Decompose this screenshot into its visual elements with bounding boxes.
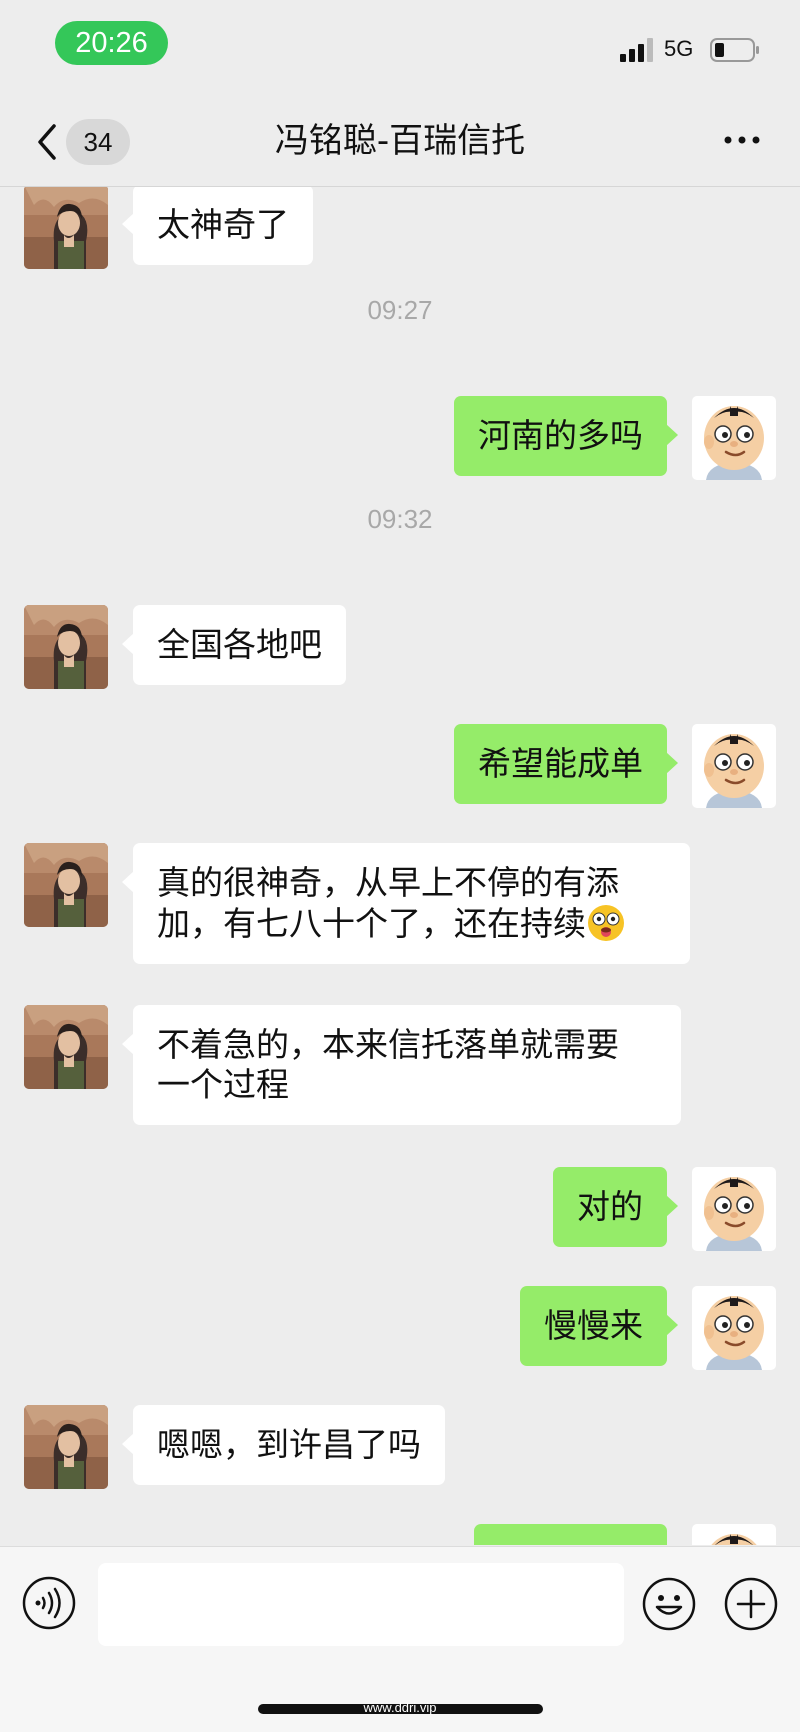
emoji-icon[interactable] <box>641 1576 697 1632</box>
voice-input-icon[interactable] <box>22 1576 76 1630</box>
sent-message[interactable]: 慢慢来 <box>520 1286 678 1366</box>
message-line: 不着急的，本来信托落单就需要 <box>157 1025 619 1064</box>
message-line: 一个过程 <box>157 1065 289 1104</box>
back-chevron-icon[interactable] <box>32 122 62 162</box>
contact-avatar[interactable] <box>24 1405 108 1489</box>
watermark: www.ddri.vip <box>363 1700 437 1715</box>
message-line: 加，有七八十个了，还在持续 <box>157 904 586 943</box>
sent-message[interactable]: 希望能成单 <box>454 724 678 804</box>
battery-icon <box>710 38 759 62</box>
timestamp: 09:32 <box>367 504 433 534</box>
message-text: 对的 <box>577 1187 643 1226</box>
received-message[interactable]: 不着急的，本来信托落单就需要 一个过程 <box>122 1005 681 1125</box>
sent-message[interactable]: 河南的多吗 <box>454 396 678 476</box>
contact-avatar[interactable] <box>24 605 108 689</box>
message-text: 太神奇了 <box>157 205 289 244</box>
message-line: 真的很神奇，从早上不停的有添 <box>157 863 619 902</box>
received-message[interactable]: 嗯嗯，到许昌了吗 <box>122 1405 445 1485</box>
message-text: 慢慢来 <box>544 1306 643 1345</box>
sent-message[interactable]: 对的 <box>553 1167 678 1247</box>
received-message[interactable]: 全国各地吧 <box>122 605 346 685</box>
contact-avatar[interactable] <box>24 1005 108 1089</box>
sent-message-partial[interactable] <box>474 1524 667 1545</box>
my-avatar[interactable] <box>692 1167 776 1251</box>
message-text: 河南的多吗 <box>478 416 643 455</box>
network-type: 5G <box>664 36 694 61</box>
message-text: 全国各地吧 <box>157 625 322 664</box>
my-avatar[interactable] <box>692 1524 776 1545</box>
dizzy-face-emoji-icon <box>588 905 624 941</box>
received-message[interactable]: 太神奇了 <box>122 187 313 265</box>
more-options-icon[interactable] <box>722 130 762 150</box>
chat-title: 冯铭聪-百瑞信托 <box>274 121 526 161</box>
status-time: 20:26 <box>55 21 168 65</box>
message-list[interactable]: 太神奇了 09:27 河南的多吗 09:32 全国各地吧 希望能成单 真的很神奇… <box>0 187 800 1545</box>
received-message[interactable]: 真的很神奇，从早上不停的有添 加，有七八十个了，还在持续 <box>122 843 690 964</box>
message-text: 希望能成单 <box>478 744 643 783</box>
signal-icon <box>620 38 656 62</box>
message-input[interactable] <box>98 1563 624 1646</box>
unread-count-badge[interactable]: 34 <box>66 119 130 165</box>
my-avatar[interactable] <box>692 396 776 480</box>
contact-avatar[interactable] <box>24 843 108 927</box>
my-avatar[interactable] <box>692 724 776 808</box>
contact-avatar[interactable] <box>24 187 108 269</box>
message-text: 嗯嗯，到许昌了吗 <box>157 1425 421 1464</box>
timestamp: 09:27 <box>367 295 433 325</box>
my-avatar[interactable] <box>692 1286 776 1370</box>
plus-icon[interactable] <box>723 1576 779 1632</box>
message-line-with-emoji: 加，有七八十个了，还在持续 <box>157 903 666 944</box>
